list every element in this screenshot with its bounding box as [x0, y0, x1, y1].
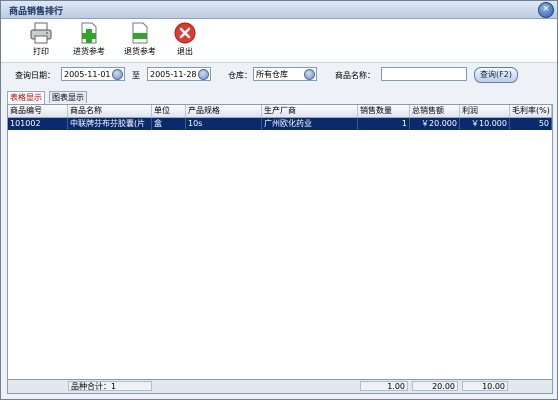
- tab-chart-view[interactable]: 图表显示: [49, 91, 87, 103]
- column-header[interactable]: 总销售额: [410, 105, 460, 117]
- sales-total-sum: 20.00: [412, 381, 458, 391]
- dropdown-icon[interactable]: [304, 69, 315, 80]
- product-name-cell: 中联牌芬布芬胶囊(片: [68, 118, 152, 130]
- unit-cell: 盒: [152, 118, 186, 130]
- sales-ranking-table: 商品编号 商品名称 单位 产品规格 生产厂商 销售数量 总销售额 利润 毛利率(…: [7, 104, 553, 380]
- window-title: 商品销售排行: [9, 7, 64, 17]
- printer-icon: [30, 22, 52, 44]
- document-add-icon: [81, 22, 97, 44]
- date-picker-icon[interactable]: [198, 69, 209, 80]
- date-from-value: 2005-11-01: [64, 70, 111, 79]
- exit-button[interactable]: 退出: [159, 21, 211, 61]
- warehouse-value: 所有仓库: [256, 70, 288, 79]
- exit-icon: [174, 22, 196, 44]
- column-header[interactable]: 毛利率(%): [510, 105, 552, 117]
- column-header[interactable]: 单位: [152, 105, 186, 117]
- manufacturer-cell: 广州欧化药业: [262, 118, 358, 130]
- to-label: 至: [132, 71, 140, 80]
- quantity-cell: 1: [358, 118, 410, 130]
- summary-bar: 品种合计：1 1.00 20.00 10.00: [7, 379, 553, 394]
- product-name-input[interactable]: [381, 67, 467, 81]
- print-label: 打印: [33, 47, 49, 56]
- query-date-label: 查询日期：: [15, 71, 55, 80]
- profit-total-sum: 10.00: [462, 381, 508, 391]
- profit-cell: ￥10.000: [460, 118, 510, 130]
- table-row[interactable]: 101002 中联牌芬布芬胶囊(片 盒 10s 广州欧化药业 1 ￥20.000…: [8, 118, 552, 130]
- column-header[interactable]: 利润: [460, 105, 510, 117]
- document-remove-icon: [132, 22, 148, 44]
- close-icon[interactable]: ×: [538, 2, 554, 18]
- column-header[interactable]: 销售数量: [358, 105, 410, 117]
- warehouse-label: 仓库：: [228, 71, 252, 80]
- report-window: 商品销售排行 × 打印 进货参考 退货参考 退出 查询日期： 2005-11-0…: [0, 0, 558, 400]
- sales-total-cell: ￥20.000: [410, 118, 460, 130]
- query-button[interactable]: 查询(F2): [474, 67, 518, 83]
- product-name-label: 商品名称：: [335, 71, 375, 80]
- table-header: 商品编号 商品名称 单位 产品规格 生产厂商 销售数量 总销售额 利润 毛利率(…: [8, 105, 552, 118]
- date-to-field[interactable]: 2005-11-28: [147, 67, 211, 81]
- date-from-field[interactable]: 2005-11-01: [61, 67, 125, 81]
- column-header[interactable]: 产品规格: [186, 105, 262, 117]
- margin-cell: 50: [510, 118, 552, 130]
- tab-table-view[interactable]: 表格显示: [7, 91, 45, 104]
- date-to-value: 2005-11-28: [150, 70, 197, 79]
- column-header[interactable]: 生产厂商: [262, 105, 358, 117]
- title-bar: 商品销售排行 ×: [1, 1, 557, 19]
- column-header[interactable]: 商品编号: [8, 105, 68, 117]
- purchase-reference-button[interactable]: 进货参考: [63, 21, 115, 61]
- print-button[interactable]: 打印: [15, 21, 67, 61]
- item-count-total: 品种合计：1: [68, 381, 152, 391]
- spec-cell: 10s: [186, 118, 262, 130]
- toolbar: 打印 进货参考 退货参考 退出: [1, 19, 557, 63]
- column-header[interactable]: 商品名称: [68, 105, 152, 117]
- purchase-reference-label: 进货参考: [73, 47, 105, 56]
- warehouse-select[interactable]: 所有仓库: [253, 67, 317, 81]
- date-picker-icon[interactable]: [112, 69, 123, 80]
- exit-label: 退出: [177, 47, 193, 56]
- quantity-total: 1.00: [360, 381, 408, 391]
- product-code-cell: 101002: [8, 118, 68, 130]
